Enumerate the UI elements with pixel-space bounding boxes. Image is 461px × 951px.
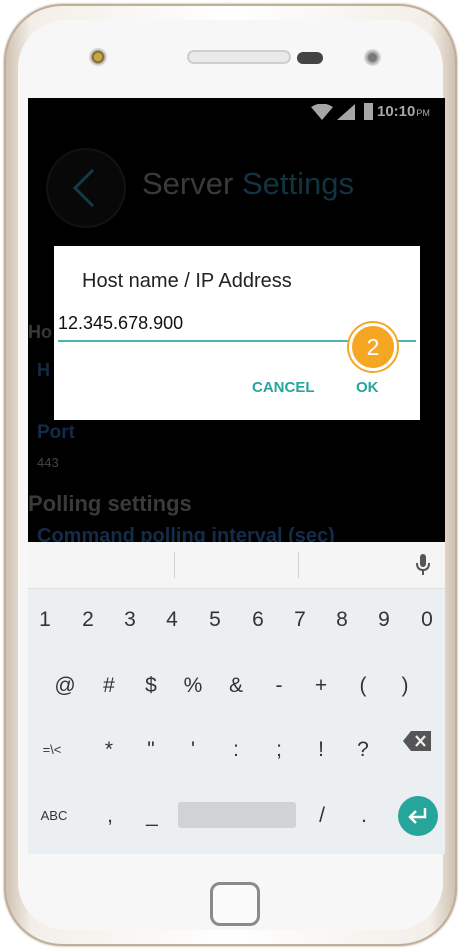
back-button[interactable] bbox=[48, 150, 124, 226]
key-6[interactable]: 6 bbox=[245, 598, 271, 642]
key-at[interactable]: @ bbox=[52, 664, 78, 708]
key-minus[interactable]: - bbox=[266, 664, 292, 708]
suggestion-divider bbox=[174, 552, 175, 578]
key-semicolon[interactable]: ; bbox=[266, 728, 292, 772]
key-5[interactable]: 5 bbox=[202, 598, 228, 642]
page-title-part2: Settings bbox=[241, 166, 354, 201]
key-8[interactable]: 8 bbox=[329, 598, 355, 642]
enter-key[interactable] bbox=[398, 796, 438, 836]
back-arrow-icon bbox=[72, 168, 95, 208]
key-asterisk[interactable]: * bbox=[96, 728, 122, 772]
ok-button[interactable]: OK bbox=[356, 379, 379, 396]
key-underscore[interactable]: _ bbox=[140, 794, 164, 838]
key-1[interactable]: 1 bbox=[32, 598, 58, 642]
backspace-icon[interactable] bbox=[402, 730, 432, 752]
step-badge: 2 bbox=[349, 323, 397, 371]
proximity-sensor bbox=[297, 52, 323, 64]
key-2[interactable]: 2 bbox=[75, 598, 101, 642]
key-close-paren[interactable]: ) bbox=[392, 664, 418, 708]
key-plus[interactable]: + bbox=[308, 664, 334, 708]
host-input[interactable] bbox=[58, 310, 388, 336]
key-percent[interactable]: % bbox=[180, 664, 206, 708]
battery-icon bbox=[364, 103, 373, 120]
polling-section-header: Polling settings bbox=[28, 491, 192, 516]
host-section-header: Ho bbox=[28, 322, 52, 342]
key-abc[interactable]: ABC bbox=[34, 794, 74, 838]
wifi-icon bbox=[311, 104, 333, 120]
key-ampersand[interactable]: & bbox=[223, 664, 249, 708]
status-ampm: PM bbox=[416, 108, 430, 118]
enter-icon bbox=[408, 808, 427, 824]
home-button[interactable] bbox=[210, 882, 260, 926]
host-setting-label[interactable]: H bbox=[37, 360, 50, 381]
key-exclamation[interactable]: ! bbox=[308, 728, 334, 772]
key-period[interactable]: . bbox=[352, 794, 376, 838]
suggestion-bar bbox=[28, 542, 445, 589]
key-9[interactable]: 9 bbox=[371, 598, 397, 642]
key-3[interactable]: 3 bbox=[117, 598, 143, 642]
key-slash[interactable]: / bbox=[310, 794, 334, 838]
key-double-quote[interactable]: " bbox=[138, 728, 164, 772]
earpiece-speaker bbox=[187, 50, 291, 64]
space-key[interactable] bbox=[178, 802, 296, 828]
port-setting-label[interactable]: Port bbox=[37, 422, 75, 444]
key-dollar[interactable]: $ bbox=[138, 664, 164, 708]
status-time: 10:10PM bbox=[377, 103, 430, 120]
page-title: Server Settings bbox=[142, 166, 354, 202]
key-more-symbols[interactable]: =\< bbox=[32, 728, 72, 772]
light-sensor bbox=[364, 49, 381, 66]
status-bar: 10:10PM bbox=[28, 98, 445, 126]
mic-icon[interactable] bbox=[416, 554, 430, 576]
port-setting-value: 443 bbox=[37, 455, 59, 470]
key-0[interactable]: 0 bbox=[414, 598, 440, 642]
suggestion-divider bbox=[298, 552, 299, 578]
cancel-button[interactable]: CANCEL bbox=[252, 379, 315, 396]
front-camera bbox=[89, 48, 107, 66]
soft-keyboard: 1 2 3 4 5 6 7 8 9 0 @ # $ % & - + ( ) =\… bbox=[28, 542, 445, 854]
page-title-part1: Server bbox=[142, 166, 234, 201]
phone-screen: 10:10PM Server Settings Ho H Port 443 Po… bbox=[28, 98, 445, 854]
key-comma[interactable]: , bbox=[98, 794, 122, 838]
key-question[interactable]: ? bbox=[350, 728, 376, 772]
dialog-title: Host name / IP Address bbox=[82, 270, 292, 292]
key-4[interactable]: 4 bbox=[159, 598, 185, 642]
key-hash[interactable]: # bbox=[96, 664, 122, 708]
key-open-paren[interactable]: ( bbox=[350, 664, 376, 708]
key-7[interactable]: 7 bbox=[287, 598, 313, 642]
signal-icon bbox=[337, 104, 355, 120]
key-colon[interactable]: : bbox=[223, 728, 249, 772]
key-single-quote[interactable]: ' bbox=[180, 728, 206, 772]
host-dialog: Host name / IP Address 2 CANCEL OK bbox=[54, 246, 420, 420]
